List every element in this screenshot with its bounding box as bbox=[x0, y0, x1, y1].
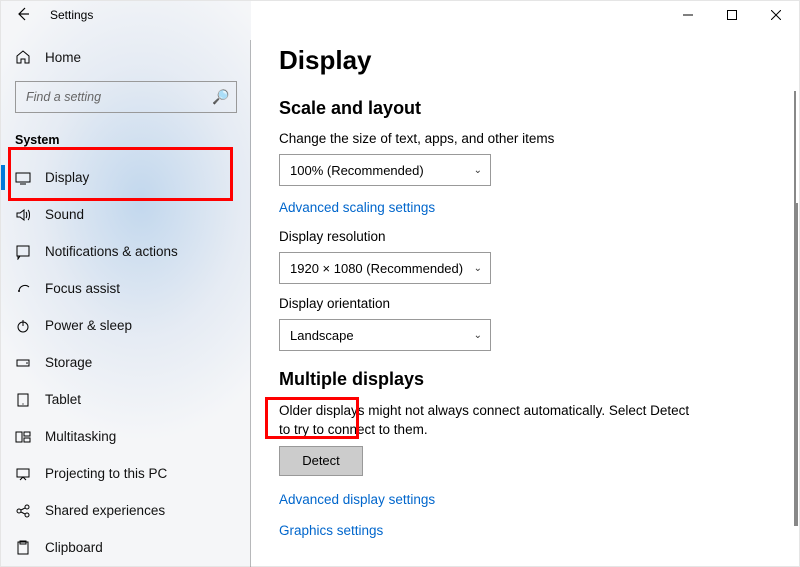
shared-icon bbox=[15, 503, 31, 519]
orientation-value: Landscape bbox=[290, 328, 354, 343]
chevron-down-icon: ⌄ bbox=[474, 165, 482, 176]
scale-heading: Scale and layout bbox=[279, 98, 771, 119]
orientation-label: Display orientation bbox=[279, 296, 771, 311]
sidebar-item-power-sleep[interactable]: Power & sleep bbox=[1, 307, 251, 344]
scrollbar[interactable] bbox=[796, 203, 798, 526]
titlebar: Settings bbox=[0, 0, 800, 30]
home-label: Home bbox=[45, 50, 81, 65]
resolution-label: Display resolution bbox=[279, 229, 771, 244]
sidebar-item-notifications[interactable]: Notifications & actions bbox=[1, 233, 251, 270]
power-icon bbox=[15, 318, 31, 334]
multitasking-icon bbox=[15, 429, 31, 445]
clipboard-icon bbox=[15, 540, 31, 556]
scale-label: Change the size of text, apps, and other… bbox=[279, 131, 771, 146]
sidebar-item-storage[interactable]: Storage bbox=[1, 344, 251, 381]
sidebar-item-label: Display bbox=[45, 170, 89, 185]
sidebar-item-label: Clipboard bbox=[45, 540, 103, 555]
sidebar-item-focus-assist[interactable]: Focus assist bbox=[1, 270, 251, 307]
sidebar-item-label: Projecting to this PC bbox=[45, 466, 167, 481]
sidebar-item-tablet[interactable]: Tablet bbox=[1, 381, 251, 418]
sidebar-item-clipboard[interactable]: Clipboard bbox=[1, 529, 251, 566]
sidebar-item-label: Power & sleep bbox=[45, 318, 132, 333]
chevron-down-icon: ⌄ bbox=[474, 330, 482, 341]
sound-icon bbox=[15, 207, 31, 223]
sidebar-item-label: Multitasking bbox=[45, 429, 116, 444]
sidebar-category: System bbox=[1, 123, 251, 153]
sidebar-item-multitasking[interactable]: Multitasking bbox=[1, 418, 251, 455]
sidebar-item-sound[interactable]: Sound bbox=[1, 196, 251, 233]
back-button[interactable] bbox=[12, 3, 34, 28]
page-title: Display bbox=[279, 45, 771, 76]
content-pane: Display Scale and layout Change the size… bbox=[251, 1, 799, 566]
sidebar-item-projecting[interactable]: Projecting to this PC bbox=[1, 455, 251, 492]
sidebar-item-display[interactable]: Display bbox=[1, 159, 251, 196]
advanced-scaling-link[interactable]: Advanced scaling settings bbox=[279, 200, 435, 215]
display-icon bbox=[15, 170, 31, 186]
sidebar-item-shared-experiences[interactable]: Shared experiences bbox=[1, 492, 251, 529]
multiple-displays-desc: Older displays might not always connect … bbox=[279, 402, 699, 440]
sidebar-item-label: Storage bbox=[45, 355, 92, 370]
graphics-settings-link[interactable]: Graphics settings bbox=[279, 523, 383, 538]
detect-button[interactable]: Detect bbox=[279, 446, 363, 476]
projecting-icon bbox=[15, 466, 31, 482]
maximize-button[interactable] bbox=[710, 1, 754, 29]
scale-value: 100% (Recommended) bbox=[290, 163, 424, 178]
sidebar-item-label: Focus assist bbox=[45, 281, 120, 296]
advanced-display-link[interactable]: Advanced display settings bbox=[279, 492, 435, 507]
sidebar: Home 🔍 System Display Sound bbox=[1, 1, 251, 566]
multiple-displays-heading: Multiple displays bbox=[279, 369, 771, 390]
close-button[interactable] bbox=[754, 1, 798, 29]
sidebar-item-label: Tablet bbox=[45, 392, 81, 407]
sidebar-home[interactable]: Home bbox=[1, 41, 251, 77]
window-title: Settings bbox=[50, 8, 93, 22]
window-controls bbox=[666, 1, 798, 29]
home-icon bbox=[15, 49, 31, 65]
chevron-down-icon: ⌄ bbox=[474, 263, 482, 274]
sidebar-item-label: Shared experiences bbox=[45, 503, 165, 518]
sidebar-item-label: Notifications & actions bbox=[45, 244, 178, 259]
search-input[interactable] bbox=[15, 81, 237, 113]
scale-select[interactable]: 100% (Recommended) ⌄ bbox=[279, 154, 491, 186]
storage-icon bbox=[15, 355, 31, 371]
minimize-button[interactable] bbox=[666, 1, 710, 29]
notifications-icon bbox=[15, 244, 31, 260]
orientation-select[interactable]: Landscape ⌄ bbox=[279, 319, 491, 351]
resolution-value: 1920 × 1080 (Recommended) bbox=[290, 261, 463, 276]
tablet-icon bbox=[15, 392, 31, 408]
sidebar-item-label: Sound bbox=[45, 207, 84, 222]
focus-assist-icon bbox=[15, 281, 31, 297]
resolution-select[interactable]: 1920 × 1080 (Recommended) ⌄ bbox=[279, 252, 491, 284]
